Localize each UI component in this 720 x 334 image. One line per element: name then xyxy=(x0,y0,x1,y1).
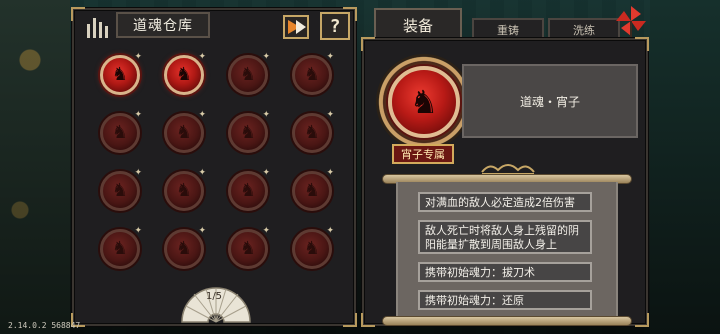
skill-entry: 携带初始魂力：还原 xyxy=(418,290,592,310)
soul-beast-icon: ♞ xyxy=(111,238,129,259)
folding-fan-icon[interactable] xyxy=(178,284,254,324)
soul-slot[interactable]: ♞ ✦ xyxy=(280,220,344,278)
soul-storage-tab[interactable]: 道魂仓库 xyxy=(116,12,210,38)
rarity-star-icon: ✦ xyxy=(198,110,206,120)
page-indicator: 1/5 xyxy=(205,291,223,302)
rarity-star-icon: ✦ xyxy=(326,168,334,178)
soul-slot[interactable]: ♞ ✦ xyxy=(216,162,280,220)
rarity-star-icon: ✦ xyxy=(326,110,334,120)
soul-grid: ♞ ✦ ♞ ✦ ♞ ✦ ♞ ✦ ♞ ✦ ♞ ✦ ♞ ✦ ♞ ✦ ♞ ✦ ♞ ✦ ♞ ✦ ♞ ✦ ♞ ✦ ♞ ✦ ♞ ✦ ♞ ✦ xyxy=(88,46,344,276)
help-button[interactable]: ? xyxy=(320,12,350,40)
version-text: 2.14.0.2 568847 xyxy=(8,321,81,330)
rarity-star-icon: ✦ xyxy=(134,52,142,62)
soul-slot[interactable]: ♞ ✦ xyxy=(152,104,216,162)
selected-soul-medal[interactable]: ♞ xyxy=(388,66,460,138)
soul-slot[interactable]: ♞ ✦ xyxy=(88,220,152,278)
rarity-star-icon: ✦ xyxy=(262,226,270,236)
soul-beast-icon: ♞ xyxy=(239,122,257,143)
soul-slot[interactable]: ♞ ✦ xyxy=(88,104,152,162)
panel-corner-trim xyxy=(361,313,375,327)
soul-slot[interactable]: ♞ ✦ xyxy=(88,46,152,104)
rarity-star-icon: ✦ xyxy=(326,226,334,236)
rarity-star-icon: ✦ xyxy=(134,110,142,120)
soul-slot[interactable]: ♞ ✦ xyxy=(152,162,216,220)
soul-beast-icon: ♞ xyxy=(111,180,129,201)
sort-toggle-icon xyxy=(283,15,309,39)
soul-name-box: 道魂・宵子 xyxy=(462,64,638,138)
tab-refine[interactable]: 洗练 xyxy=(548,18,620,40)
soul-slot[interactable]: ♞ ✦ xyxy=(280,46,344,104)
skill-entry: 敌人死亡时将敌人身上残留的阴阳能量扩散到周围敌人身上 xyxy=(418,220,592,254)
tab-reforge[interactable]: 重铸 xyxy=(472,18,544,40)
rarity-star-icon: ✦ xyxy=(134,226,142,236)
skill-entry: 对满血的敌人必定造成2倍伤害 xyxy=(418,192,592,212)
soul-beast-icon: ♞ xyxy=(111,122,129,143)
soul-beast-icon: ♞ xyxy=(175,238,193,259)
right-world-decoration xyxy=(650,0,720,334)
panel-corner-trim xyxy=(361,37,375,51)
rarity-star-icon: ✦ xyxy=(262,110,270,120)
skill-entry: 携带初始魂力：拔刀术 xyxy=(418,262,592,282)
soul-slot[interactable]: ♞ ✦ xyxy=(152,220,216,278)
soul-beast-icon: ♞ xyxy=(175,180,193,201)
soul-beast-icon: ♞ xyxy=(303,180,321,201)
soul-beast-icon: ♞ xyxy=(409,83,439,121)
rarity-star-icon: ✦ xyxy=(198,226,206,236)
torii-bars-icon xyxy=(84,14,110,38)
soul-beast-icon: ♞ xyxy=(239,64,257,85)
soul-name: 道魂・宵子 xyxy=(519,94,580,109)
tab-equip[interactable]: 装备 xyxy=(374,8,462,40)
soul-beast-icon: ♞ xyxy=(111,64,129,85)
soul-slot[interactable]: ♞ ✦ xyxy=(216,104,280,162)
panel-corner-trim xyxy=(343,313,357,327)
left-world-decoration xyxy=(0,0,70,334)
soul-beast-icon: ♞ xyxy=(239,238,257,259)
soul-beast-icon: ♞ xyxy=(175,122,193,143)
owner-exclusive-tag: 宵子专属 xyxy=(392,144,454,164)
panel-corner-trim xyxy=(71,7,85,21)
panel-corner-trim xyxy=(635,37,649,51)
soul-beast-icon: ♞ xyxy=(239,180,257,201)
soul-slot[interactable]: ♞ ✦ xyxy=(88,162,152,220)
soul-beast-icon: ♞ xyxy=(303,64,321,85)
soul-beast-icon: ♞ xyxy=(303,122,321,143)
soul-slot[interactable]: ♞ ✦ xyxy=(280,104,344,162)
rarity-star-icon: ✦ xyxy=(198,168,206,178)
rarity-star-icon: ✦ xyxy=(326,52,334,62)
panel-corner-trim xyxy=(635,313,649,327)
scroll-rod-bottom xyxy=(382,316,632,326)
soul-slot[interactable]: ♞ ✦ xyxy=(280,162,344,220)
soul-slot[interactable]: ♞ ✦ xyxy=(216,46,280,104)
soul-beast-icon: ♞ xyxy=(175,64,193,85)
rarity-star-icon: ✦ xyxy=(134,168,142,178)
soul-beast-icon: ♞ xyxy=(303,238,321,259)
sort-toggle-button[interactable] xyxy=(282,14,310,40)
soul-slot[interactable]: ♞ ✦ xyxy=(152,46,216,104)
soul-slot[interactable]: ♞ ✦ xyxy=(216,220,280,278)
rarity-star-icon: ✦ xyxy=(262,52,270,62)
rarity-star-icon: ✦ xyxy=(262,168,270,178)
rarity-star-icon: ✦ xyxy=(198,52,206,62)
